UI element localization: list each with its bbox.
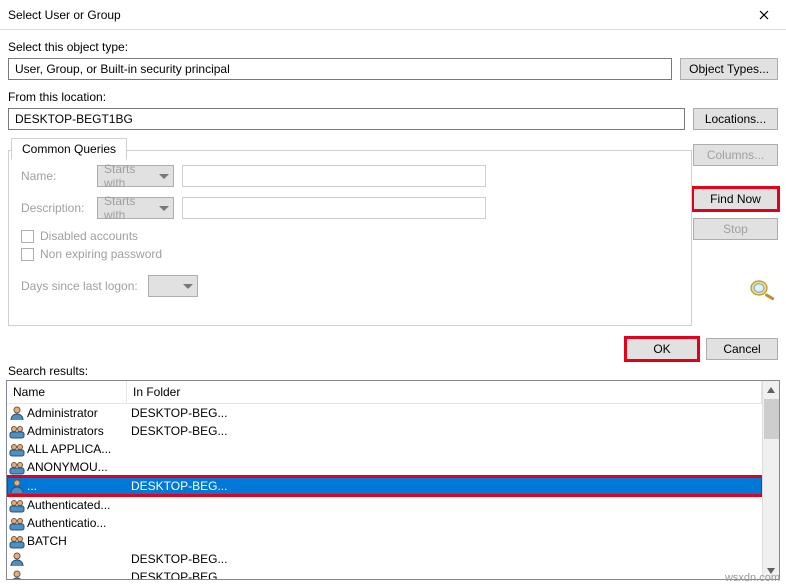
cancel-button[interactable]: Cancel xyxy=(706,338,778,360)
result-folder-cell: DESKTOP-BEG... xyxy=(127,570,762,579)
result-name-cell: BATCH xyxy=(7,533,127,549)
locations-button[interactable]: Locations... xyxy=(693,108,778,130)
description-mode-combo[interactable]: Starts with xyxy=(97,197,174,219)
close-button[interactable] xyxy=(741,0,786,30)
result-name-cell xyxy=(7,551,127,567)
table-row[interactable]: DESKTOP-BEG... xyxy=(7,550,762,568)
search-results-label: Search results: xyxy=(0,360,786,380)
name-label: Name: xyxy=(21,169,89,183)
result-name-cell: Authenticated... xyxy=(7,497,127,513)
table-row[interactable]: Authenticatio... xyxy=(7,514,762,532)
group-icon xyxy=(9,441,25,457)
result-folder-cell: DESKTOP-BEG... xyxy=(127,552,762,566)
title-bar: Select User or Group xyxy=(0,0,786,30)
object-types-button[interactable]: Object Types... xyxy=(680,58,778,80)
result-folder-cell: DESKTOP-BEG... xyxy=(127,479,762,493)
non-expiring-checkbox[interactable]: Non expiring password xyxy=(21,247,679,261)
common-queries-group: Common Queries Name: Starts with Descrip… xyxy=(8,150,692,326)
stop-button[interactable]: Stop xyxy=(693,218,778,240)
window-title: Select User or Group xyxy=(8,8,741,22)
find-now-button[interactable]: Find Now xyxy=(693,188,778,210)
table-row[interactable]: ALL APPLICA... xyxy=(7,440,762,458)
description-input[interactable] xyxy=(182,197,486,219)
group-icon xyxy=(9,497,25,513)
columns-button[interactable]: Columns... xyxy=(693,144,778,166)
result-name-cell: Administrator xyxy=(7,405,127,421)
chevron-down-icon xyxy=(183,284,193,289)
table-row[interactable]: ANONYMOU... xyxy=(7,458,762,476)
results-header: Name In Folder xyxy=(7,381,762,404)
column-header-name[interactable]: Name xyxy=(7,381,127,403)
user-icon xyxy=(9,405,25,421)
result-name-cell: Authenticatio... xyxy=(7,515,127,531)
name-input[interactable] xyxy=(182,165,486,187)
scroll-up-icon[interactable] xyxy=(763,381,780,398)
search-results-list: Name In Folder AdministratorDESKTOP-BEG.… xyxy=(6,380,780,580)
name-mode-combo[interactable]: Starts with xyxy=(97,165,174,187)
description-label: Description: xyxy=(21,201,89,215)
tab-common-queries[interactable]: Common Queries xyxy=(11,138,127,160)
chevron-down-icon xyxy=(159,174,169,179)
result-name-cell: Administrators xyxy=(7,423,127,439)
table-row[interactable]: BATCH xyxy=(7,532,762,550)
table-row[interactable]: ...DESKTOP-BEG... xyxy=(7,477,762,495)
result-name-cell: ALL APPLICA... xyxy=(7,441,127,457)
scroll-thumb[interactable] xyxy=(764,399,779,439)
group-icon xyxy=(9,533,25,549)
result-name-cell xyxy=(7,569,127,579)
result-name-cell: ... xyxy=(7,478,127,494)
scrollbar[interactable] xyxy=(762,381,779,579)
search-icon xyxy=(746,278,778,302)
result-folder-cell: DESKTOP-BEG... xyxy=(127,406,762,420)
disabled-accounts-checkbox[interactable]: Disabled accounts xyxy=(21,229,679,243)
column-header-folder[interactable]: In Folder xyxy=(127,381,762,403)
days-since-logon-combo[interactable] xyxy=(148,275,198,297)
location-field[interactable] xyxy=(8,108,685,130)
ok-button[interactable]: OK xyxy=(626,338,698,360)
user-icon xyxy=(9,569,25,579)
group-icon xyxy=(9,515,25,531)
user-icon xyxy=(9,478,25,494)
table-row[interactable]: DESKTOP-BEG... xyxy=(7,568,762,579)
table-row[interactable]: AdministratorsDESKTOP-BEG... xyxy=(7,422,762,440)
days-since-logon-label: Days since last logon: xyxy=(21,279,138,293)
table-row[interactable]: AdministratorDESKTOP-BEG... xyxy=(7,404,762,422)
group-icon xyxy=(9,423,25,439)
checkbox-icon xyxy=(21,230,34,243)
object-type-field[interactable] xyxy=(8,58,672,80)
close-icon xyxy=(759,10,769,20)
chevron-down-icon xyxy=(159,206,169,211)
location-label: From this location: xyxy=(8,90,778,104)
watermark: wsxdn.com xyxy=(725,572,780,584)
checkbox-icon xyxy=(21,248,34,261)
group-icon xyxy=(9,459,25,475)
result-folder-cell: DESKTOP-BEG... xyxy=(127,424,762,438)
table-row[interactable]: Authenticated... xyxy=(7,496,762,514)
object-type-label: Select this object type: xyxy=(8,40,778,54)
user-icon xyxy=(9,551,25,567)
result-name-cell: ANONYMOU... xyxy=(7,459,127,475)
